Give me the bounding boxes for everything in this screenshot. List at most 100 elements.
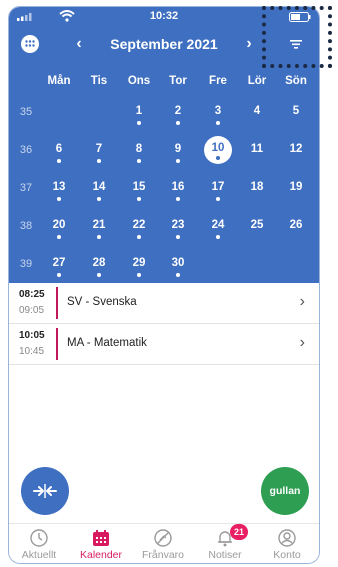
- day-number: 23: [171, 219, 185, 231]
- day-cell[interactable]: 1: [119, 105, 159, 125]
- day-number: 27: [52, 257, 66, 269]
- event-dot: [137, 235, 141, 239]
- day-number: 24: [211, 219, 225, 231]
- tab-frånvaro[interactable]: Frånvaro: [132, 528, 194, 561]
- day-cell[interactable]: 28: [79, 257, 119, 277]
- day-cell[interactable]: 29: [119, 257, 159, 277]
- weekday-1: Tis: [90, 75, 108, 87]
- day-cell[interactable]: 2: [158, 105, 198, 125]
- event-dot: [57, 273, 61, 277]
- event-dot: [137, 159, 141, 163]
- day-cell[interactable]: 25: [237, 219, 277, 231]
- day-cell[interactable]: 23: [158, 219, 198, 239]
- event-dot: [176, 197, 180, 201]
- day-cell[interactable]: 16: [158, 181, 198, 201]
- event-dot: [216, 156, 220, 160]
- tab-label: Konto: [273, 549, 301, 561]
- event-title: SV - Svenska: [67, 296, 137, 308]
- day-number: 3: [214, 105, 222, 117]
- day-number: 9: [174, 143, 182, 155]
- day-number: 13: [52, 181, 66, 193]
- month-navigation: ‹ September 2021 ›: [9, 31, 319, 59]
- tab-label: Frånvaro: [141, 549, 184, 561]
- day-number: 8: [135, 143, 143, 155]
- day-number: 5: [292, 105, 300, 117]
- day-number: 10: [211, 142, 225, 154]
- event-title: MA - Matematik: [67, 337, 147, 349]
- status-bar: 10:32: [9, 7, 319, 27]
- weekday-5: Lör: [247, 75, 267, 87]
- day-cell[interactable]: 17: [198, 181, 238, 201]
- next-month-button[interactable]: ›: [239, 33, 259, 55]
- event-start-time: 10:05: [19, 330, 45, 341]
- day-cell[interactable]: 11: [237, 143, 277, 155]
- status-time: 10:32: [149, 10, 179, 22]
- event-dot: [216, 235, 220, 239]
- event-row[interactable]: 10:05 10:45 MA - Matematik ›: [9, 324, 319, 365]
- swap-button[interactable]: [21, 467, 69, 515]
- day-cell[interactable]: 8: [119, 143, 159, 163]
- day-number: 11: [250, 143, 264, 155]
- day-cell[interactable]: 7: [79, 143, 119, 163]
- tab-kalender[interactable]: Kalender: [70, 528, 132, 561]
- tab-aktuellt[interactable]: Aktuellt: [9, 528, 70, 561]
- day-number: 14: [92, 181, 106, 193]
- today-day-cell[interactable]: 10: [204, 136, 232, 164]
- week-number: 35: [19, 106, 33, 118]
- menu-button[interactable]: [21, 35, 39, 53]
- day-cell[interactable]: 24: [198, 219, 238, 239]
- day-cell[interactable]: 27: [39, 257, 79, 277]
- day-cell[interactable]: 21: [79, 219, 119, 239]
- day-number: 18: [250, 181, 264, 193]
- event-list: 08:25 09:05 SV - Svenska › 10:05 10:45 MA - Ma…: [9, 283, 319, 365]
- day-number: 1: [135, 105, 143, 117]
- filter-icon[interactable]: [289, 37, 303, 51]
- calendar-icon: [93, 530, 109, 546]
- day-cell[interactable]: 3: [198, 105, 238, 125]
- day-cell[interactable]: 20: [39, 219, 79, 239]
- event-dot: [97, 235, 101, 239]
- event-row[interactable]: 08:25 09:05 SV - Svenska ›: [9, 283, 319, 324]
- day-number: 7: [95, 143, 103, 155]
- day-cell[interactable]: 4: [237, 105, 277, 117]
- day-number: 12: [289, 143, 303, 155]
- day-number: 15: [132, 181, 146, 193]
- day-cell[interactable]: 6: [39, 143, 79, 163]
- event-dot: [97, 159, 101, 163]
- event-dot: [137, 197, 141, 201]
- day-cell[interactable]: 19: [276, 181, 316, 193]
- event-dot: [137, 273, 141, 277]
- day-cell[interactable]: 30: [158, 257, 198, 277]
- previous-month-button[interactable]: ‹: [69, 33, 89, 55]
- day-number: 4: [253, 105, 261, 117]
- day-cell[interactable]: 22: [119, 219, 159, 239]
- day-number: 25: [250, 219, 264, 231]
- day-cell[interactable]: 18: [237, 181, 277, 193]
- weekday-2: Ons: [127, 75, 151, 87]
- day-cell[interactable]: 5: [276, 105, 316, 117]
- chevron-right-icon: ›: [299, 293, 305, 310]
- day-cell[interactable]: 12: [276, 143, 316, 155]
- weekday-6: Sön: [285, 75, 307, 87]
- tab-label: Kalender: [79, 549, 123, 561]
- day-number: 22: [132, 219, 146, 231]
- week-number: 39: [19, 258, 33, 270]
- day-number: 30: [171, 257, 185, 269]
- day-cell[interactable]: 14: [79, 181, 119, 201]
- day-cell[interactable]: 26: [276, 219, 316, 231]
- day-cell[interactable]: 13: [39, 181, 79, 201]
- user-button[interactable]: gullan: [261, 467, 309, 515]
- event-dot: [57, 197, 61, 201]
- day-cell[interactable]: 15: [119, 181, 159, 201]
- tab-konto[interactable]: Konto: [256, 528, 318, 561]
- battery-icon: [289, 12, 311, 22]
- event-color-bar: [56, 287, 58, 319]
- day-number: 17: [211, 181, 225, 193]
- tab-notiser[interactable]: 21 Notiser: [194, 524, 256, 561]
- tab-label: Notiser: [208, 549, 242, 561]
- day-number: 20: [52, 219, 66, 231]
- notification-badge: 21: [230, 524, 248, 540]
- event-dot: [216, 197, 220, 201]
- event-dot: [57, 235, 61, 239]
- day-cell[interactable]: 9: [158, 143, 198, 163]
